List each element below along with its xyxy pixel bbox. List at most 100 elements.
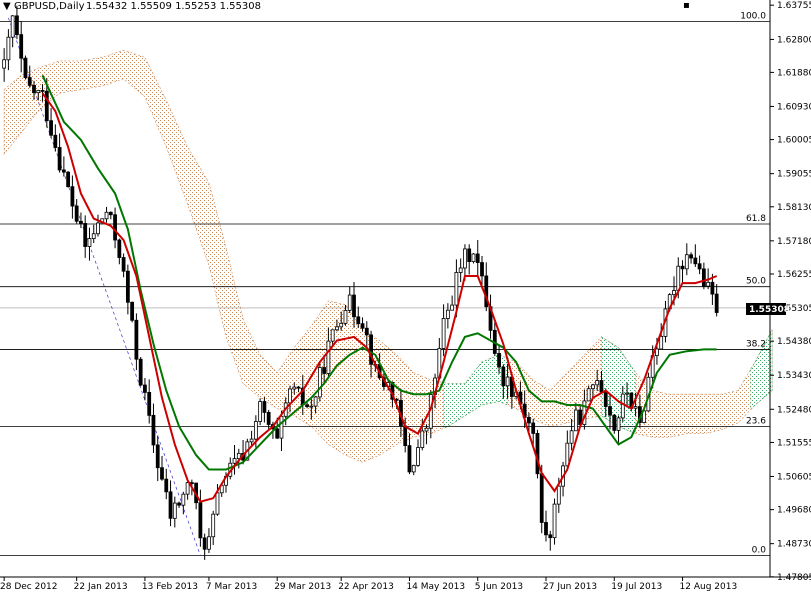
candle-body	[177, 502, 181, 506]
candle-body	[416, 447, 420, 466]
candle-body	[27, 77, 32, 86]
candle	[57, 133, 62, 173]
close-icon[interactable]: ▪	[683, 0, 690, 11]
candle	[714, 284, 719, 317]
candle	[91, 224, 96, 244]
candle	[416, 439, 420, 467]
candle-body	[49, 120, 53, 136]
candle-body	[655, 348, 659, 357]
candle-body	[608, 406, 612, 416]
candle-body	[710, 281, 715, 295]
candle-body	[573, 409, 578, 432]
candle-body	[79, 220, 83, 224]
current-price-label: 1.55308	[749, 305, 790, 315]
candle-body	[450, 304, 455, 311]
candle-body	[527, 417, 531, 424]
candle-body	[701, 268, 706, 287]
candle-body	[313, 396, 318, 407]
y-tick-label: 1.49680	[777, 506, 811, 516]
candle	[61, 156, 66, 177]
candle-body	[6, 36, 11, 61]
candle-body	[40, 90, 45, 92]
candle-body	[317, 367, 322, 398]
candle	[134, 313, 139, 371]
candle-body	[441, 318, 446, 349]
candle-body	[684, 254, 689, 270]
candle-body	[296, 386, 301, 389]
candle-body	[215, 492, 220, 515]
candle-body	[352, 294, 356, 318]
x-tick-label: 27 Jun 2013	[543, 582, 597, 592]
candle-body	[463, 248, 467, 269]
candle-body	[343, 309, 348, 324]
symbol-label: GBPUSD,Daily	[14, 1, 85, 12]
x-tick-label: 7 Mar 2013	[206, 582, 257, 592]
candle	[207, 528, 211, 553]
candle-body	[714, 293, 719, 313]
candle-body	[497, 353, 501, 368]
candle-body	[467, 248, 472, 262]
candle-body	[544, 522, 548, 536]
candle	[411, 464, 416, 476]
candle-body	[326, 340, 331, 374]
candle	[185, 481, 190, 500]
candle	[121, 253, 126, 278]
candle-body	[445, 309, 450, 319]
x-tick-label: 5 Jun 2013	[475, 582, 523, 592]
candle	[66, 171, 71, 188]
candle-body	[480, 262, 484, 277]
candle-body	[339, 322, 344, 328]
candle-body	[706, 281, 711, 287]
candle	[450, 295, 455, 311]
candle-body	[279, 415, 284, 439]
candle-body	[253, 421, 258, 440]
candle-body	[364, 327, 369, 336]
y-tick-label: 1.51555	[777, 438, 811, 448]
candle	[266, 409, 271, 431]
candle	[680, 260, 685, 283]
candle-body	[104, 211, 109, 220]
candle	[458, 258, 463, 283]
candle-body	[680, 265, 685, 270]
candle-body	[403, 425, 408, 447]
x-tick-label: 13 Feb 2013	[142, 582, 198, 592]
x-tick-label: 28 Dec 2012	[0, 582, 58, 592]
candle-body	[586, 388, 591, 402]
candle-body	[87, 238, 92, 247]
candle-body	[693, 257, 698, 265]
candle	[138, 356, 143, 387]
candle-body	[44, 90, 49, 122]
candle	[612, 413, 617, 434]
candle	[697, 255, 702, 275]
candle-body	[411, 464, 416, 473]
candle	[6, 29, 11, 71]
candle-body	[130, 301, 135, 321]
candle	[258, 398, 263, 426]
candle	[53, 124, 58, 152]
candle-body	[185, 482, 190, 495]
candle	[104, 206, 109, 223]
candle	[96, 214, 100, 237]
candle	[211, 510, 216, 546]
candlestick-series	[2, 5, 719, 560]
y-tick-label: 1.56255	[777, 270, 811, 280]
candle	[701, 262, 706, 290]
candle-body	[599, 380, 604, 393]
candle-body	[232, 458, 237, 464]
candle-body	[616, 417, 621, 431]
x-tick-label: 22 Jan 2013	[74, 582, 128, 592]
candle-body	[356, 316, 361, 325]
candle-body	[625, 392, 629, 395]
ohlc-values: 1.55432 1.55509 1.55253 1.55308	[86, 1, 261, 12]
candle-body	[83, 223, 88, 247]
candle	[10, 15, 15, 48]
candle-body	[249, 438, 254, 443]
candle-body	[211, 513, 216, 538]
y-tick-label: 1.58130	[777, 203, 811, 213]
candle-body	[569, 430, 574, 444]
candle	[23, 55, 28, 80]
candle-body	[347, 294, 352, 311]
candle	[317, 361, 322, 402]
candle	[488, 294, 493, 339]
candle-body	[66, 171, 71, 188]
